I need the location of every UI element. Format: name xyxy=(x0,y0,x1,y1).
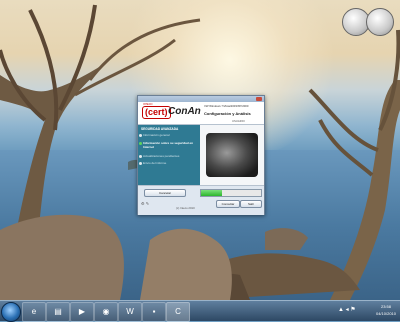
user-label: USUARIO xyxy=(232,119,245,123)
content-panel xyxy=(200,125,264,185)
desktop-gadget-calendar[interactable] xyxy=(366,8,394,36)
progress-fill xyxy=(201,190,222,196)
exit-button[interactable]: Salir xyxy=(240,200,262,208)
taskbar-button-ie[interactable]: e xyxy=(22,302,46,322)
step-indicator-icon xyxy=(139,155,142,158)
taskbar-button-media[interactable]: ▶ xyxy=(70,302,94,322)
wizard-sidebar: SEGURIDAD AVANZADA Información general I… xyxy=(138,125,200,185)
step-indicator-icon xyxy=(139,134,142,137)
window-close-button[interactable] xyxy=(256,97,262,101)
taskbar: e ▤ ▶ ◉ W ▪ C ▲ ◂ ⚑ 23:58 04/10/2010 xyxy=(0,300,400,322)
security-device-image xyxy=(206,133,258,177)
firefox-icon: ◉ xyxy=(102,307,110,316)
consult-button[interactable]: Consultar xyxy=(216,200,240,208)
clock-date: 04/10/2010 xyxy=(375,311,396,316)
taskbar-button-explorer[interactable]: ▤ xyxy=(46,302,70,322)
cancel-button[interactable]: Cancelar xyxy=(144,189,186,197)
cert-logo: (cert) xyxy=(142,106,171,119)
taskbar-button-conan[interactable]: C xyxy=(166,302,190,322)
system-tray-icons[interactable]: ▲ ◂ ⚑ xyxy=(338,306,356,313)
taskbar-button-word[interactable]: W xyxy=(118,302,142,322)
taskbar-clock[interactable]: 23:58 04/10/2010 xyxy=(376,303,396,317)
ie-icon: e xyxy=(31,307,37,316)
conan-icon: C xyxy=(175,307,181,316)
step-active-indicator-icon xyxy=(139,142,142,145)
sidebar-item-report[interactable]: Envío del informe xyxy=(143,161,166,165)
word-icon: W xyxy=(126,307,134,316)
copyright-label: (c) Inteco 2010 xyxy=(176,206,195,210)
sidebar-item-updates[interactable]: Actualizaciones pendientes xyxy=(143,154,179,158)
sidebar-item-general[interactable]: Información general xyxy=(143,133,170,137)
sidebar-heading: SEGURIDAD AVANZADA xyxy=(141,127,179,131)
taskbar-button-cmd[interactable]: ▪ xyxy=(142,302,166,322)
step-indicator-icon xyxy=(139,162,142,165)
app-name: ConAn xyxy=(168,106,201,117)
app-subtitle: Configuración y Análisis xyxy=(204,111,251,116)
conan-window: INTECO (cert) ConAn VW Windows 7/Vista/2… xyxy=(137,95,265,215)
window-header: INTECO (cert) ConAn VW Windows 7/Vista/2… xyxy=(138,102,264,125)
clock-time: 23:58 xyxy=(380,304,391,309)
analysis-progress-bar xyxy=(200,189,262,197)
start-button[interactable] xyxy=(1,302,21,322)
media-player-icon: ▶ xyxy=(78,307,86,316)
footer-tool-icons[interactable]: ⚙ ✎ xyxy=(141,201,149,206)
cmd-icon: ▪ xyxy=(152,307,156,316)
sidebar-item-security[interactable]: Información sobre su seguridad en Intern… xyxy=(143,141,198,149)
taskbar-button-firefox[interactable]: ◉ xyxy=(94,302,118,322)
folder-icon: ▤ xyxy=(54,307,62,316)
window-footer: Cancelar ⚙ ✎ (c) Inteco 2010 Consultar S… xyxy=(138,185,264,215)
version-label: VW Windows 7/Vista/2003/XP/2000 xyxy=(204,104,249,108)
